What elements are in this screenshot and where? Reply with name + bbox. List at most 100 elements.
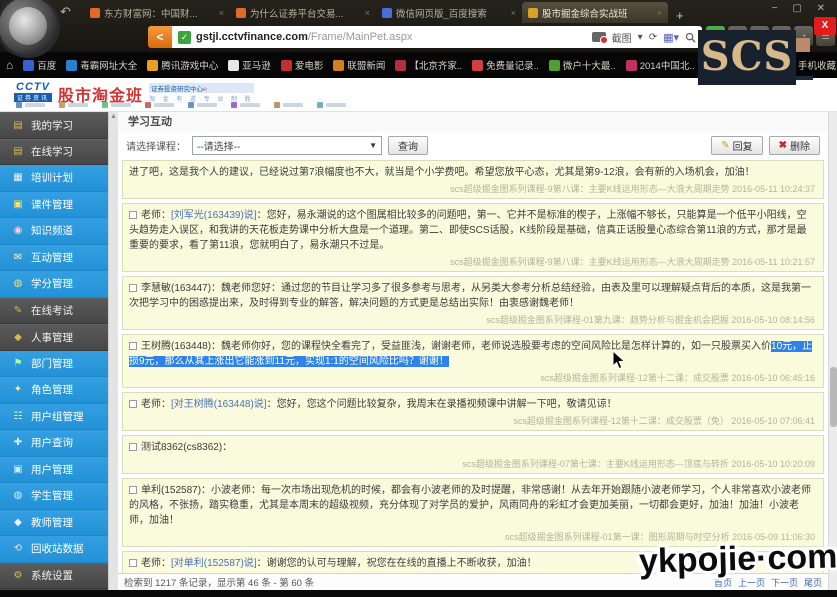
screenshot-label[interactable]: 截图 — [612, 30, 632, 45]
bookmark-item[interactable]: 爱电影 — [281, 58, 324, 72]
sidebar-item-课件管理[interactable]: ▣课件管理 — [0, 192, 108, 219]
sidebar-item-用户查询[interactable]: ✚用户查询 — [0, 430, 108, 457]
nav-item-label — [68, 103, 88, 107]
bookmark-item[interactable]: 腾讯游戏中心 — [147, 58, 218, 72]
header-nav-item[interactable] — [102, 102, 131, 108]
message-row[interactable]: 测试8362(cs8362)：scs超级掘金图系列课程-07第七课：主要K线运用… — [122, 435, 824, 474]
bookmark-label: 联盟新闻 — [347, 58, 385, 72]
bookmark-item[interactable]: 百度 — [23, 58, 56, 72]
message-user-link[interactable]: [刘军光(163439)说] — [171, 210, 257, 221]
new-tab-button[interactable]: + — [676, 8, 684, 23]
message-body: 老师： — [141, 558, 171, 569]
bookmark-item[interactable]: 亚马逊 — [228, 58, 271, 72]
message-checkbox[interactable] — [129, 211, 137, 219]
url-text[interactable]: gstjl.cctvfinance.com/Frame/MainPet.aspx — [196, 31, 587, 43]
back-button[interactable]: < — [148, 26, 172, 48]
sidebar-item-角色管理[interactable]: ✦角色管理 — [0, 377, 108, 404]
bookmark-item[interactable]: 联盟新闻 — [333, 58, 385, 72]
tab-close-icon[interactable]: × — [365, 8, 370, 18]
sidebar-item-用户组管理[interactable]: ☷用户组管理 — [0, 404, 108, 431]
header-nav-item[interactable] — [188, 102, 217, 108]
message-row[interactable]: 进了吧，这是我个人的建议，已经说过第7浪幅度也不大，就当是个小学费吧。希望您放平… — [122, 160, 824, 199]
courseware-icon: ▣ — [12, 199, 24, 210]
content-scrollbar[interactable] — [828, 112, 837, 590]
sidebar-item-回收站数据[interactable]: ⟲回收站数据 — [0, 536, 108, 563]
sidebar-item-label: 系统设置 — [31, 568, 73, 583]
screenshot-icon[interactable] — [592, 32, 606, 42]
sidebar-item-学生管理[interactable]: ◍学生管理 — [0, 483, 108, 510]
bookmark-item[interactable]: 微户十大最.. — [549, 58, 616, 72]
nav-item-label — [326, 103, 346, 107]
knowledge-icon: ◉ — [12, 225, 24, 236]
message-text: 测试8362(cs8362)： — [129, 440, 815, 455]
message-checkbox[interactable] — [129, 342, 137, 350]
header-nav-item[interactable] — [16, 102, 45, 108]
tab-close-icon[interactable]: × — [657, 8, 662, 18]
sidebar-item-label: 用户管理 — [31, 462, 73, 477]
sidebar-item-人事管理[interactable]: ◆人事管理 — [0, 324, 108, 351]
sidebar-item-学分管理[interactable]: ◍学分管理 — [0, 271, 108, 298]
sidebar-scrollbar[interactable]: ▲ — [108, 112, 118, 590]
sidebar-item-知识频道[interactable]: ◉知识频道 — [0, 218, 108, 245]
message-row[interactable]: 单利(152587)：小波老师：每一次市场出现危机的时候，都会有小波老师的及时提… — [122, 478, 824, 547]
scrollbar-thumb[interactable] — [830, 367, 837, 427]
message-body: ：谢谢您的认可与理解，祝您在在线的直播上不断收获，加油！ — [257, 558, 537, 569]
message-checkbox[interactable] — [129, 284, 137, 292]
tab-back-icon[interactable]: ↶ — [60, 4, 71, 20]
sidebar-item-部门管理[interactable]: ⚑部门管理 — [0, 351, 108, 378]
refresh-icon[interactable]: ⟳ — [649, 32, 657, 43]
message-user-link[interactable]: [对单利(152587)说] — [171, 558, 257, 569]
course-select-label: 请选择课程： — [126, 138, 186, 153]
dropdown-caret-icon[interactable]: ▾ — [638, 32, 643, 43]
sidebar-item-在线学习[interactable]: ▤在线学习 — [0, 139, 108, 166]
bookmark-label: 2014中国北.. — [640, 58, 695, 72]
browser-tab[interactable]: 微信网页版_百度搜索× — [376, 2, 522, 23]
sidebar-item-在线考试[interactable]: ✎在线考试 — [0, 298, 108, 325]
search-icon[interactable] — [685, 32, 696, 43]
message-checkbox[interactable] — [129, 559, 137, 567]
extensions-grid-icon[interactable]: ▦▾ — [663, 31, 679, 44]
message-checkbox[interactable] — [129, 443, 137, 451]
header-nav-item[interactable] — [317, 102, 346, 108]
message-checkbox[interactable] — [129, 486, 137, 494]
message-row[interactable]: 老师：[刘军光(163439)说]：您好，易永潮说的这个图属相比较多的问题吧，第… — [122, 203, 824, 272]
message-row[interactable]: 李慧敏(163447)：魏老师您好：通过您的节目让学习多了很多参考与思考，从另类… — [122, 276, 824, 330]
scroll-up-icon[interactable]: ▲ — [109, 112, 118, 122]
browser-tab[interactable]: 为什么证券平台交易...× — [230, 2, 376, 23]
bookmark-item[interactable]: 免费量记录.. — [472, 58, 539, 72]
message-user-link[interactable]: [对王树腾(163448)说] — [171, 399, 267, 410]
sidebar-item-用户管理[interactable]: ▣用户管理 — [0, 457, 108, 484]
message-checkbox[interactable] — [129, 400, 137, 408]
bookmark-favicon — [472, 60, 483, 71]
delete-button[interactable]: ✖删除 — [769, 136, 820, 155]
browser-tab[interactable]: 东方财富网：中国财...× — [84, 2, 230, 23]
sidebar-item-教师管理[interactable]: ◆教师管理 — [0, 510, 108, 537]
sidebar-item-我的学习[interactable]: ▤我的学习 — [0, 112, 108, 139]
home-icon[interactable]: ⌂ — [6, 58, 13, 72]
record-count: 检索到 1217 条记录，显示第 46 条 - 第 60 条 — [124, 575, 314, 589]
search-button[interactable]: 查询 — [388, 136, 428, 155]
tab-close-icon[interactable]: × — [219, 8, 224, 18]
bookmark-item[interactable]: 2014中国北.. — [626, 58, 695, 72]
header-nav-item[interactable] — [231, 102, 260, 108]
reply-button[interactable]: ✎回复 — [711, 136, 762, 155]
header-nav-item[interactable] — [274, 102, 303, 108]
address-bar[interactable]: ✓ gstjl.cctvfinance.com/Frame/MainPet.as… — [172, 26, 702, 48]
tab-close-icon[interactable]: × — [511, 8, 516, 18]
message-row[interactable]: 王树腾(163448)：魏老师你好，您的课程快全看完了，受益匪浅，谢谢老师，老师… — [122, 334, 824, 388]
sidebar-item-互动管理[interactable]: ✉互动管理 — [0, 245, 108, 272]
pager-link[interactable]: 尾页 — [804, 576, 822, 589]
bookmark-item[interactable]: 【北京齐家.. — [395, 58, 462, 72]
sidebar-item-系统设置[interactable]: ⚙系统设置 — [0, 563, 108, 590]
browser-tab[interactable]: 股市掘金综合实战班× — [522, 2, 668, 23]
exam-icon: ✎ — [12, 305, 24, 316]
bookmark-item[interactable]: 毒霸网址大全 — [66, 58, 137, 72]
window-controls[interactable]: − ▢ ✕ — [772, 3, 831, 14]
message-body: 进了吧，这是我个人的建议，已经说过第7浪幅度也不大，就当是个小学费吧。希望您放平… — [129, 167, 755, 178]
sidebar-item-培训计划[interactable]: ▦培训计划 — [0, 165, 108, 192]
close-button[interactable]: X — [814, 17, 836, 35]
message-row[interactable]: 老师：[对王树腾(163448)说]：您好，您这个问题比较复杂，我周末在录播视频… — [122, 392, 824, 431]
header-nav-item[interactable] — [59, 102, 88, 108]
course-select[interactable]: --请选择--▼ — [192, 136, 382, 155]
header-nav-item[interactable] — [145, 102, 174, 108]
